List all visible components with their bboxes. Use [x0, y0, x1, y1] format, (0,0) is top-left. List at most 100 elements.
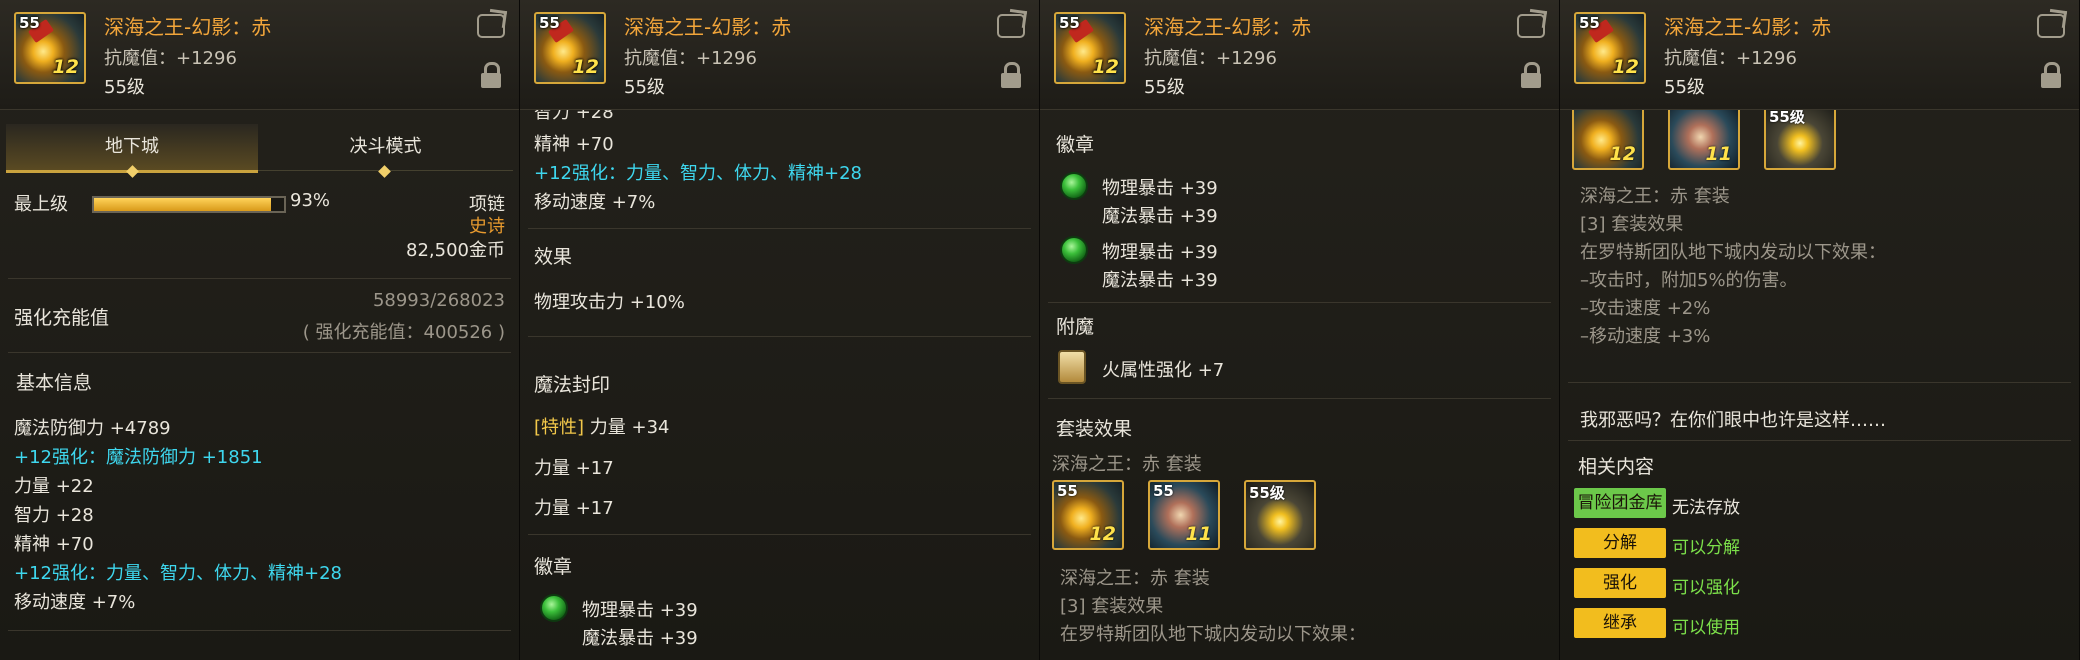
magic-seal-title: 魔法封印 — [534, 374, 611, 396]
item-magic-resist: 抗魔值：+1296 — [624, 48, 757, 69]
divider — [528, 336, 1031, 337]
item-magic-resist: 抗魔值：+1296 — [1144, 48, 1277, 69]
seal-line: 力量 +17 — [534, 458, 614, 479]
basic-info-title: 基本信息 — [16, 372, 93, 394]
item-icon-enhance: 12 — [572, 56, 599, 78]
item-icon: 55 12 — [534, 12, 606, 84]
stat-line: +12强化：力量、智力、体力、精神+28 — [534, 163, 862, 184]
divider — [1568, 382, 2071, 383]
grade-percent: 93% — [290, 190, 331, 211]
badge-adventure-vault[interactable]: 冒险团金库 — [1574, 488, 1666, 518]
badge-note: 无法存放 — [1672, 498, 1740, 518]
flavor-text: 我邪恶吗？在你们眼中也许是这样…… — [1580, 410, 1886, 431]
share-icon[interactable] — [2037, 14, 2065, 38]
item-level: 55级 — [104, 77, 145, 98]
divider — [8, 278, 511, 279]
emblem-line: 物理暴击 +39 — [1102, 242, 1218, 263]
set-effect-line: –攻击时，附加5%的伤害。 — [1580, 270, 1798, 291]
stat-line: 魔法防御力 +4789 — [14, 418, 171, 439]
seal-trait-value: 力量 +34 — [584, 417, 670, 438]
effect-line: 物理攻击力 +10% — [534, 292, 685, 313]
tab-marker-icon — [126, 165, 139, 178]
green-emblem-icon — [1060, 236, 1088, 264]
item-icon-level: 55 — [19, 14, 40, 32]
set-item-icon[interactable]: 55 12 — [1052, 480, 1124, 550]
item-name: 深海之王-幻影：赤 — [1144, 15, 1312, 39]
item-header: 55 12 深海之王-幻影：赤 抗魔值：+1296 55级 — [1560, 0, 2079, 110]
enchant-card-icon — [1058, 350, 1086, 384]
lock-icon[interactable] — [1001, 62, 1021, 88]
emblem-title: 徽章 — [1056, 134, 1095, 156]
set-item-icon[interactable]: 11 — [1668, 104, 1740, 170]
lock-icon[interactable] — [481, 62, 501, 88]
divider — [528, 534, 1031, 535]
divider — [1048, 302, 1551, 303]
item-icon-level: 55 — [1059, 14, 1080, 32]
sell-price: 82,500金币 — [406, 240, 505, 261]
item-icon-enhance: 12 — [52, 56, 79, 78]
set-item-icon[interactable]: 55 11 — [1148, 480, 1220, 550]
tooltip-panel-4: 55 12 深海之王-幻影：赤 抗魔值：+1296 55级 12 11 55级 … — [1560, 0, 2080, 660]
effect-title: 效果 — [534, 246, 573, 268]
item-icon: 55 12 — [1574, 12, 1646, 84]
seal-line: 力量 +17 — [534, 498, 614, 519]
stat-line: +12强化：力量、智力、体力、精神+28 — [14, 563, 342, 584]
stat-line: 智力 +28 — [14, 505, 94, 526]
badge-enhance[interactable]: 强化 — [1574, 568, 1666, 598]
grade-label: 最上级 — [14, 194, 68, 215]
set-count: [3] 套装效果 — [1580, 214, 1684, 235]
item-icon-level: 55 — [539, 14, 560, 32]
badge-disassemble[interactable]: 分解 — [1574, 528, 1666, 558]
mode-tabs: 地下城 决斗模式 — [6, 124, 513, 178]
item-level: 55级 — [1144, 77, 1185, 98]
set-name: 深海之王：赤 套装 — [1052, 454, 1202, 475]
set-item-icon[interactable]: 55级 — [1764, 104, 1836, 170]
badge-note: 可以强化 — [1672, 578, 1740, 598]
lock-icon[interactable] — [1521, 62, 1541, 88]
item-icon-enhance: 12 — [1612, 56, 1639, 78]
item-level: 55级 — [624, 77, 665, 98]
divider — [528, 228, 1031, 229]
share-icon[interactable] — [997, 14, 1025, 38]
item-magic-resist: 抗魔值：+1296 — [104, 48, 237, 69]
emblem-title: 徽章 — [534, 556, 573, 578]
enchant-line: 火属性强化 +7 — [1102, 360, 1225, 381]
set-name: 深海之王：赤 套装 — [1060, 568, 1210, 589]
tab-pvp[interactable]: 决斗模式 — [258, 124, 513, 178]
charge-total: ( 强化充能值：400526 ) — [302, 322, 505, 343]
badge-note: 可以分解 — [1672, 538, 1740, 558]
item-name: 深海之王-幻影：赤 — [104, 15, 272, 39]
lock-icon[interactable] — [2041, 62, 2061, 88]
grade-bar-fill — [94, 198, 271, 211]
divider — [8, 630, 511, 631]
enchant-title: 附魔 — [1056, 316, 1095, 338]
item-magic-resist: 抗魔值：+1296 — [1664, 48, 1797, 69]
tooltip-panel-3: 55 12 深海之王-幻影：赤 抗魔值：+1296 55级 徽章 物理暴击 +3… — [1040, 0, 1560, 660]
stat-line: 精神 +70 — [14, 534, 94, 555]
green-emblem-icon — [1060, 172, 1088, 200]
badge-note: 可以使用 — [1672, 618, 1740, 638]
divider — [1568, 440, 2071, 441]
item-name: 深海之王-幻影：赤 — [624, 15, 792, 39]
set-effect-line: –攻击速度 +2% — [1580, 298, 1711, 319]
share-icon[interactable] — [1517, 14, 1545, 38]
seal-trait-line: [特性] 力量 +34 — [534, 413, 669, 439]
item-icon: 55 12 — [1054, 12, 1126, 84]
emblem-line: 魔法暴击 +39 — [582, 628, 698, 649]
item-icon: 55 12 — [14, 12, 86, 84]
tab-dungeon[interactable]: 地下城 — [6, 124, 258, 178]
rarity: 史诗 — [469, 216, 505, 237]
tab-marker-icon — [378, 165, 391, 178]
stat-line: 移动速度 +7% — [534, 192, 656, 213]
set-item-icon[interactable]: 12 — [1572, 104, 1644, 170]
emblem-line: 物理暴击 +39 — [582, 600, 698, 621]
share-icon[interactable] — [477, 14, 505, 38]
set-item-icon[interactable]: 55级 — [1244, 480, 1316, 550]
set-desc: 在罗特斯团队地下城内发动以下效果： — [1580, 242, 1886, 263]
badge-inherit[interactable]: 继承 — [1574, 608, 1666, 638]
set-count: [3] 套装效果 — [1060, 596, 1164, 617]
set-effect-title: 套装效果 — [1056, 418, 1133, 440]
related-title: 相关内容 — [1578, 456, 1655, 478]
emblem-line: 魔法暴击 +39 — [1102, 206, 1218, 227]
item-header: 55 12 深海之王-幻影：赤 抗魔值：+1296 55级 — [1040, 0, 1559, 110]
